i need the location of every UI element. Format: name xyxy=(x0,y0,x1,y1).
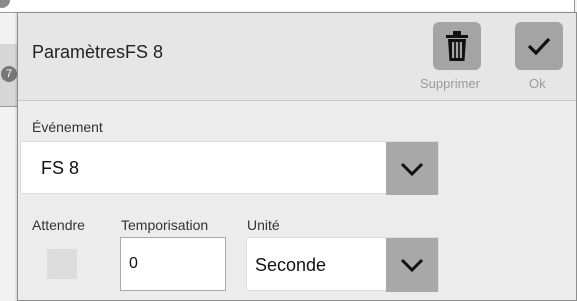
event-label: Événement xyxy=(32,119,103,135)
event-dropdown-button[interactable] xyxy=(386,142,438,195)
row-number-badge: 7 xyxy=(1,66,17,82)
unit-select[interactable]: Seconde xyxy=(246,237,439,292)
unit-dropdown-button[interactable] xyxy=(386,238,438,292)
event-select-value: FS 8 xyxy=(41,158,80,178)
timer-label: Temporisation xyxy=(121,217,209,233)
chevron-down-icon xyxy=(400,258,424,272)
timer-input[interactable] xyxy=(120,237,226,291)
ok-label: Ok xyxy=(529,76,546,91)
ok-button[interactable] xyxy=(515,22,563,70)
delete-label: Supprimer xyxy=(420,76,480,91)
settings-dialog: ParamètresFS 8 Supprimer Ok Événement FS… xyxy=(17,12,577,301)
check-icon xyxy=(527,37,551,56)
event-select[interactable]: FS 8 xyxy=(20,141,439,195)
delete-button[interactable] xyxy=(433,22,481,70)
wait-checkbox[interactable] xyxy=(47,249,77,279)
chevron-down-icon xyxy=(400,162,424,176)
wait-label: Attendre xyxy=(32,217,85,233)
trash-icon xyxy=(446,31,468,61)
unit-label: Unité xyxy=(247,217,280,233)
unit-select-value: Seconde xyxy=(255,255,327,275)
dialog-title: ParamètresFS 8 xyxy=(32,42,164,62)
dialog-header: ParamètresFS 8 Supprimer Ok xyxy=(18,13,576,101)
